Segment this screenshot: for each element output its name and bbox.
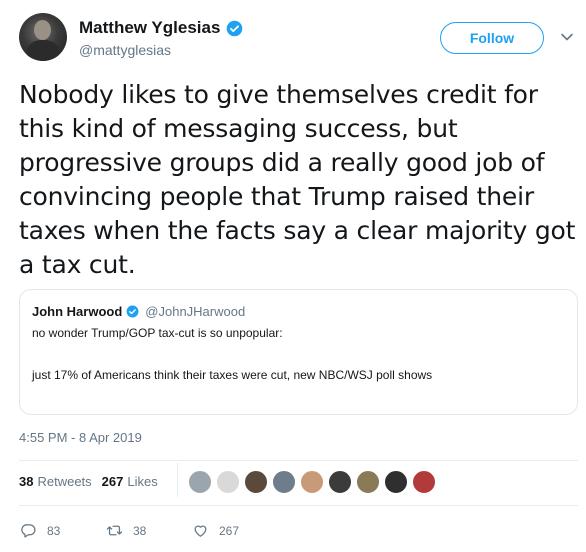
liker-avatar[interactable] bbox=[244, 470, 268, 494]
verified-badge-icon bbox=[227, 20, 243, 36]
author-name-row: Matthew Yglesias bbox=[79, 18, 243, 38]
reply-button[interactable]: 83 bbox=[20, 522, 106, 539]
like-button[interactable]: 267 bbox=[192, 522, 239, 539]
liker-avatar[interactable] bbox=[300, 470, 324, 494]
divider bbox=[19, 505, 578, 506]
heart-icon bbox=[194, 525, 207, 537]
quoted-author-row: John Harwood @JohnJHarwood bbox=[32, 304, 245, 319]
chevron-down-icon[interactable] bbox=[560, 30, 574, 44]
quoted-tweet-line: just 17% of Americans think their taxes … bbox=[32, 368, 433, 382]
retweet-button[interactable]: 38 bbox=[106, 522, 192, 539]
engagement-stats: 38 Retweets 267 Likes bbox=[19, 474, 158, 489]
liker-avatars bbox=[188, 470, 440, 494]
retweet-count: 38 bbox=[133, 523, 147, 538]
follow-button[interactable]: Follow bbox=[440, 22, 544, 54]
retweet-icon bbox=[106, 525, 123, 536]
author-avatar[interactable] bbox=[19, 13, 67, 61]
liker-avatar[interactable] bbox=[356, 470, 380, 494]
liker-avatar[interactable] bbox=[188, 470, 212, 494]
liker-avatar[interactable] bbox=[384, 470, 408, 494]
retweets-label: Retweets bbox=[37, 474, 92, 489]
divider bbox=[19, 460, 578, 461]
reply-icon bbox=[21, 524, 36, 538]
quoted-tweet-line: no wonder Trump/GOP tax-cut is so unpopu… bbox=[32, 326, 283, 340]
liker-avatar[interactable] bbox=[328, 470, 352, 494]
tweet-actions: 83 38 267 bbox=[20, 522, 239, 539]
tweet-timestamp[interactable]: 4:55 PM - 8 Apr 2019 bbox=[19, 430, 142, 445]
verified-badge-icon bbox=[126, 305, 139, 318]
likes-label: Likes bbox=[127, 474, 158, 489]
stats-separator bbox=[177, 463, 178, 497]
retweets-stat[interactable]: 38 Retweets bbox=[19, 474, 92, 489]
likes-stat[interactable]: 267 Likes bbox=[102, 474, 158, 489]
quoted-author-name: John Harwood bbox=[32, 304, 123, 319]
reply-count: 83 bbox=[47, 523, 61, 538]
avatar-body-shape bbox=[27, 40, 59, 61]
avatar-head-shape bbox=[34, 20, 51, 40]
liker-avatar[interactable] bbox=[412, 470, 436, 494]
liker-avatar[interactable] bbox=[272, 470, 296, 494]
author-name[interactable]: Matthew Yglesias bbox=[79, 18, 220, 38]
author-handle[interactable]: @mattyglesias bbox=[79, 42, 171, 58]
likes-count: 267 bbox=[101, 474, 124, 489]
liker-avatar[interactable] bbox=[216, 470, 240, 494]
retweets-count: 38 bbox=[19, 474, 34, 489]
quoted-author-handle: @JohnJHarwood bbox=[145, 304, 246, 319]
like-count: 267 bbox=[219, 523, 240, 538]
tweet-text: Nobody likes to give themselves credit f… bbox=[19, 80, 576, 279]
quoted-tweet-card[interactable]: John Harwood @JohnJHarwood no wonder Tru… bbox=[19, 289, 578, 415]
